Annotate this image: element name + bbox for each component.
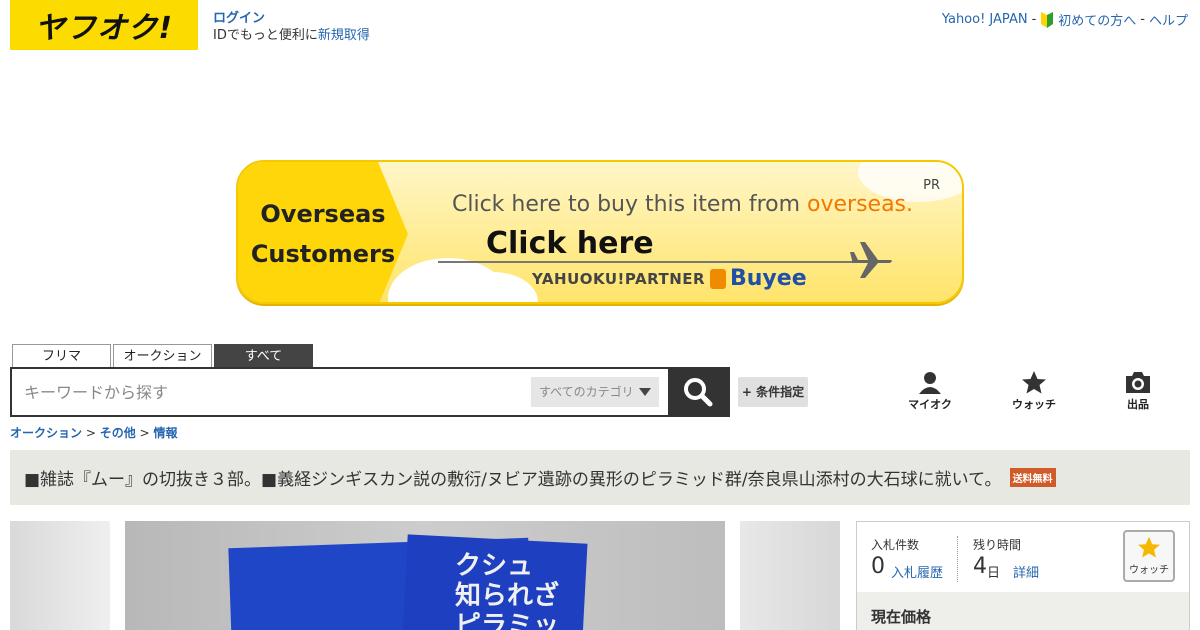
prev-image-thumbnail[interactable]: [10, 521, 110, 630]
star-icon: [1022, 371, 1046, 394]
bid-count: 0: [871, 554, 885, 579]
banner-headline-prefix: Click here to buy this item from: [452, 192, 808, 217]
buyee-text: Buyee: [730, 266, 807, 291]
breadcrumb-info[interactable]: 情報: [153, 426, 177, 440]
tab-all[interactable]: すべて: [214, 344, 313, 368]
banner-click-here[interactable]: Click here: [486, 226, 654, 261]
nav-sell-label: 出品: [1127, 398, 1149, 411]
star-icon: [1138, 536, 1160, 558]
buyee-logo: Buyee: [710, 266, 807, 291]
banner-headline: Click here to buy this item from oversea…: [452, 192, 913, 217]
category-select[interactable]: すべてのカテゴリ: [531, 377, 659, 407]
login-box: ログイン IDでもっと便利に新規取得: [213, 10, 370, 44]
nav-sell[interactable]: 出品: [1103, 370, 1173, 412]
remaining-time-unit: 日: [987, 566, 1001, 581]
user-icon: [919, 372, 941, 394]
breadcrumb: オークション > その他 > 情報: [10, 424, 177, 441]
logo-text: ヤフオク!: [34, 11, 174, 46]
remaining-time-detail-link[interactable]: 詳細: [1013, 562, 1039, 581]
category-select-label: すべてのカテゴリ: [539, 385, 634, 399]
overseas-banner[interactable]: Overseas Customers PR Click here to buy …: [236, 160, 964, 304]
magazine-headline-text: クシュ 知られざ ピラミッ: [455, 551, 560, 630]
signup-prefix: IDでもっと便利に: [213, 28, 318, 43]
search-icon: [684, 378, 713, 407]
current-price-label: 現在価格: [871, 608, 932, 626]
main-item-image[interactable]: クシュ 知られざ ピラミッ: [125, 521, 725, 630]
buyee-bag-icon: [710, 268, 726, 289]
item-title-bar: ■雑誌『ムー』の切抜き３部。■義経ジンギスカン説の敷衍/ヌビア遺跡の異形のピラミ…: [10, 450, 1190, 505]
nav-watch[interactable]: ウォッチ: [999, 370, 1069, 412]
watch-button[interactable]: ウォッチ: [1123, 530, 1175, 582]
banner-overseas-text: Overseas: [260, 200, 386, 228]
banner-left-panel: Overseas Customers: [238, 162, 408, 302]
breadcrumb-auction[interactable]: オークション: [10, 426, 82, 440]
search-input[interactable]: [12, 369, 527, 415]
top-links: Yahoo! JAPAN - 初めての方へ - ヘルプ: [942, 10, 1188, 29]
watch-button-label: ウォッチ: [1129, 565, 1169, 576]
signup-link[interactable]: 新規取得: [318, 28, 370, 43]
airplane-icon: [850, 242, 892, 278]
search-bar: すべてのカテゴリ: [10, 367, 730, 417]
breadcrumb-separator: >: [85, 426, 100, 440]
item-title: ■雑誌『ムー』の切抜き３部。■義経ジンギスカン説の敷衍/ヌビア遺跡の異形のピラミ…: [24, 470, 1002, 490]
tab-flea-market[interactable]: フリマ: [12, 344, 111, 368]
help-link[interactable]: ヘルプ: [1149, 10, 1188, 29]
search-button[interactable]: [668, 369, 728, 415]
separator: -: [1031, 12, 1037, 27]
beginner-mark-icon: [1041, 11, 1054, 28]
remaining-time-label: 残り時間: [973, 538, 1022, 552]
next-image-thumbnail[interactable]: [740, 521, 840, 630]
camera-icon: [1126, 372, 1150, 393]
banner-headline-accent: overseas.: [807, 192, 914, 217]
nav-my-auction[interactable]: マイオク: [895, 370, 965, 412]
bid-history-link[interactable]: 入札履歴: [891, 562, 943, 581]
nav-my-auction-label: マイオク: [908, 398, 952, 411]
banner-partner-text: YAHUOKU!PARTNER: [532, 270, 706, 288]
nav-watch-label: ウォッチ: [1012, 398, 1056, 411]
search-tabs: フリマ オークション すべて: [12, 344, 313, 368]
free-shipping-badge: 送料無料: [1009, 468, 1056, 487]
divider: [957, 536, 958, 582]
breadcrumb-separator: >: [139, 426, 154, 440]
advanced-search-button[interactable]: + 条件指定: [738, 377, 808, 407]
pr-label: PR: [923, 178, 940, 193]
login-link[interactable]: ログイン: [213, 11, 265, 26]
chevron-down-icon: [639, 388, 651, 396]
remaining-time-value: 4: [973, 554, 987, 579]
beginners-link[interactable]: 初めての方へ: [1058, 10, 1136, 29]
yahuoku-logo[interactable]: ヤフオク!: [10, 0, 198, 50]
tab-auction[interactable]: オークション: [113, 344, 212, 368]
breadcrumb-other[interactable]: その他: [100, 426, 136, 440]
banner-customers-text: Customers: [250, 240, 396, 268]
yahoo-japan-link[interactable]: Yahoo! JAPAN: [942, 12, 1028, 27]
bid-panel: 入札件数 0 入札履歴 残り時間 4 日 詳細 ウォッチ 現在価格: [856, 521, 1190, 630]
banner-flight-line: [438, 261, 858, 263]
separator: -: [1140, 12, 1145, 27]
bid-count-label: 入札件数: [871, 538, 920, 552]
